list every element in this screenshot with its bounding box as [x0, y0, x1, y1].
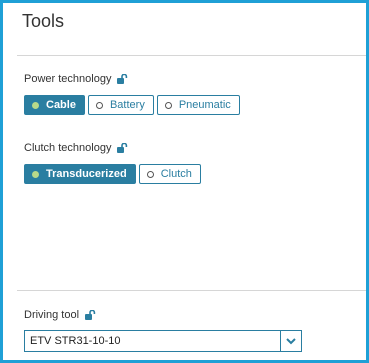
clutch-technology-label-text: Clutch technology	[24, 142, 112, 154]
lock-open-icon[interactable]	[85, 310, 96, 320]
driving-tool-select[interactable]: ETV STR31-10-10	[24, 330, 302, 352]
panel-title: Tools	[22, 11, 65, 31]
option-label: Pneumatic	[178, 99, 231, 111]
clutch-technology-options: Transducerized Clutch	[24, 164, 201, 184]
option-label: Clutch	[160, 168, 192, 180]
radio-icon	[164, 101, 172, 109]
lock-open-icon[interactable]	[117, 143, 128, 153]
radio-icon	[146, 170, 154, 178]
driving-tool-label: Driving tool	[24, 309, 96, 321]
option-clutch[interactable]: Clutch	[138, 164, 201, 184]
chevron-down-icon[interactable]	[280, 331, 301, 351]
power-technology-label-text: Power technology	[24, 73, 112, 85]
divider	[17, 55, 366, 56]
radio-icon	[95, 101, 103, 109]
power-technology-options: Cable Battery Pneumatic	[24, 95, 240, 115]
radio-selected-icon	[32, 170, 39, 178]
option-label: Battery	[109, 99, 145, 111]
lock-open-icon[interactable]	[117, 74, 128, 84]
option-battery[interactable]: Battery	[87, 95, 154, 115]
option-label: Transducerized	[46, 168, 127, 180]
driving-tool-value: ETV STR31-10-10	[30, 335, 121, 347]
radio-selected-icon	[32, 101, 39, 109]
power-technology-label: Power technology	[24, 73, 128, 85]
tools-panel: Tools Power technology Cable Battery Pne…	[0, 0, 369, 363]
option-pneumatic[interactable]: Pneumatic	[156, 95, 240, 115]
option-label: Cable	[46, 99, 76, 111]
clutch-technology-label: Clutch technology	[24, 142, 128, 154]
option-transducerized[interactable]: Transducerized	[24, 164, 136, 184]
divider	[17, 290, 366, 291]
driving-tool-label-text: Driving tool	[24, 309, 80, 321]
option-cable[interactable]: Cable	[24, 95, 85, 115]
